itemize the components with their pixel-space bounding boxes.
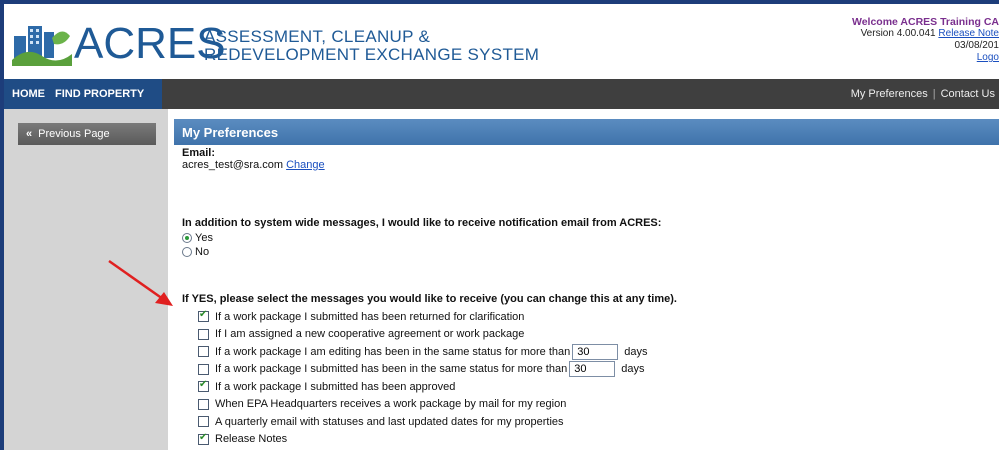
submitted-days-input[interactable] bbox=[569, 361, 616, 378]
option-label: If a work package I am editing has been … bbox=[215, 345, 571, 358]
user-info: Welcome ACRES Training CA Version 4.00.0… bbox=[852, 16, 999, 64]
nav-separator: | bbox=[932, 88, 936, 100]
logout-link[interactable]: Logo bbox=[977, 52, 999, 63]
checkbox-submitted-status[interactable] bbox=[198, 363, 209, 375]
browser-frame: ACRES ASSESSMENT, CLEANUP & REDEVELOPMEN… bbox=[0, 0, 999, 450]
option-label: If I am assigned a new cooperative agree… bbox=[215, 328, 525, 341]
nav-right: My Preferences | Contact Us bbox=[851, 79, 995, 109]
buildings-logo-icon bbox=[12, 26, 72, 66]
subtitle-line-2: REDEVELOPMENT EXCHANGE SYSTEM bbox=[204, 45, 540, 64]
email-row: acres_test@sra.com Change bbox=[182, 159, 997, 171]
checkbox-editing-status[interactable] bbox=[198, 346, 209, 358]
main-nav: HOME FIND PROPERTY My Preferences | Cont… bbox=[4, 79, 999, 109]
option-label: If a work package I submitted has been i… bbox=[215, 363, 568, 376]
nav-find-property[interactable]: FIND PROPERTY bbox=[55, 88, 144, 100]
version-text: Version 4.00.041 bbox=[860, 28, 936, 39]
option-submitted-status[interactable]: If a work package I submitted has been i… bbox=[182, 361, 997, 379]
radio-yes-row[interactable]: Yes bbox=[182, 231, 997, 245]
previous-page-label: Previous Page bbox=[38, 128, 110, 140]
welcome-text: Welcome ACRES Training CA bbox=[851, 16, 999, 28]
checkbox-assigned[interactable] bbox=[198, 328, 209, 340]
option-label: A quarterly email with statuses and last… bbox=[215, 415, 564, 428]
subtitle-line-1: ASSESSMENT, CLEANUP & bbox=[204, 27, 431, 46]
option-quarterly[interactable]: A quarterly email with statuses and last… bbox=[182, 413, 997, 431]
checkbox-release-notes[interactable] bbox=[198, 432, 209, 445]
option-approved[interactable]: If a work package I submitted has been a… bbox=[182, 378, 997, 396]
email-value: acres_test@sra.com bbox=[182, 159, 284, 171]
radio-no-row[interactable]: No bbox=[182, 245, 997, 259]
option-assigned[interactable]: If I am assigned a new cooperative agree… bbox=[182, 326, 997, 344]
radio-no[interactable] bbox=[182, 247, 192, 257]
site-header: ACRES ASSESSMENT, CLEANUP & REDEVELOPMEN… bbox=[4, 4, 999, 79]
previous-page-button[interactable]: « Previous Page bbox=[18, 123, 156, 145]
version-line: Version 4.00.041 Release Note bbox=[852, 28, 999, 40]
radio-yes-label: Yes bbox=[195, 232, 213, 244]
checkbox-returned[interactable] bbox=[198, 309, 209, 323]
nav-contact-us[interactable]: Contact Us bbox=[941, 88, 995, 100]
red-annotation-arrow-icon bbox=[108, 259, 173, 306]
checkbox-approved[interactable] bbox=[198, 379, 209, 393]
option-release-notes[interactable]: Release Notes bbox=[182, 431, 997, 449]
option-epa-mail[interactable]: When EPA Headquarters receives a work pa… bbox=[182, 396, 997, 414]
change-email-link[interactable]: Change bbox=[286, 159, 325, 171]
nav-my-preferences[interactable]: My Preferences bbox=[851, 88, 928, 100]
double-chevron-left-icon: « bbox=[26, 128, 33, 140]
page-title: My Preferences bbox=[174, 119, 999, 145]
option-label: If a work package I submitted has been a… bbox=[215, 380, 456, 393]
release-notes-link[interactable]: Release Note bbox=[938, 28, 999, 39]
option-label: When EPA Headquarters receives a work pa… bbox=[215, 398, 567, 411]
editing-days-input[interactable] bbox=[572, 343, 619, 360]
notification-question: In addition to system wide messages, I w… bbox=[182, 217, 662, 229]
messages-heading: If YES, please select the messages you w… bbox=[182, 293, 677, 305]
nav-home[interactable]: HOME bbox=[12, 88, 45, 100]
option-label: Release Notes bbox=[215, 433, 288, 446]
email-label: Email: bbox=[182, 147, 216, 159]
checkbox-epa-mail[interactable] bbox=[198, 398, 209, 410]
days-label: days bbox=[621, 363, 645, 376]
checkbox-quarterly[interactable] bbox=[198, 416, 209, 428]
logo-text: ACRES bbox=[74, 19, 226, 68]
days-label: days bbox=[624, 345, 648, 358]
preferences-panel: My Preferences Email: acres_test@sra.com… bbox=[174, 119, 999, 450]
site-subtitle: ASSESSMENT, CLEANUP & REDEVELOPMENT EXCH… bbox=[204, 28, 539, 64]
radio-no-label: No bbox=[195, 246, 210, 258]
option-returned[interactable]: If a work package I submitted has been r… bbox=[182, 308, 997, 326]
date-text: 03/08/201 bbox=[954, 40, 999, 51]
option-label: If a work package I submitted has been r… bbox=[215, 310, 525, 323]
option-editing-status[interactable]: If a work package I am editing has been … bbox=[182, 343, 997, 361]
nav-left: HOME FIND PROPERTY bbox=[4, 79, 163, 109]
preferences-content: Email: acres_test@sra.com Change In addi… bbox=[182, 147, 997, 448]
radio-yes[interactable] bbox=[182, 233, 192, 243]
